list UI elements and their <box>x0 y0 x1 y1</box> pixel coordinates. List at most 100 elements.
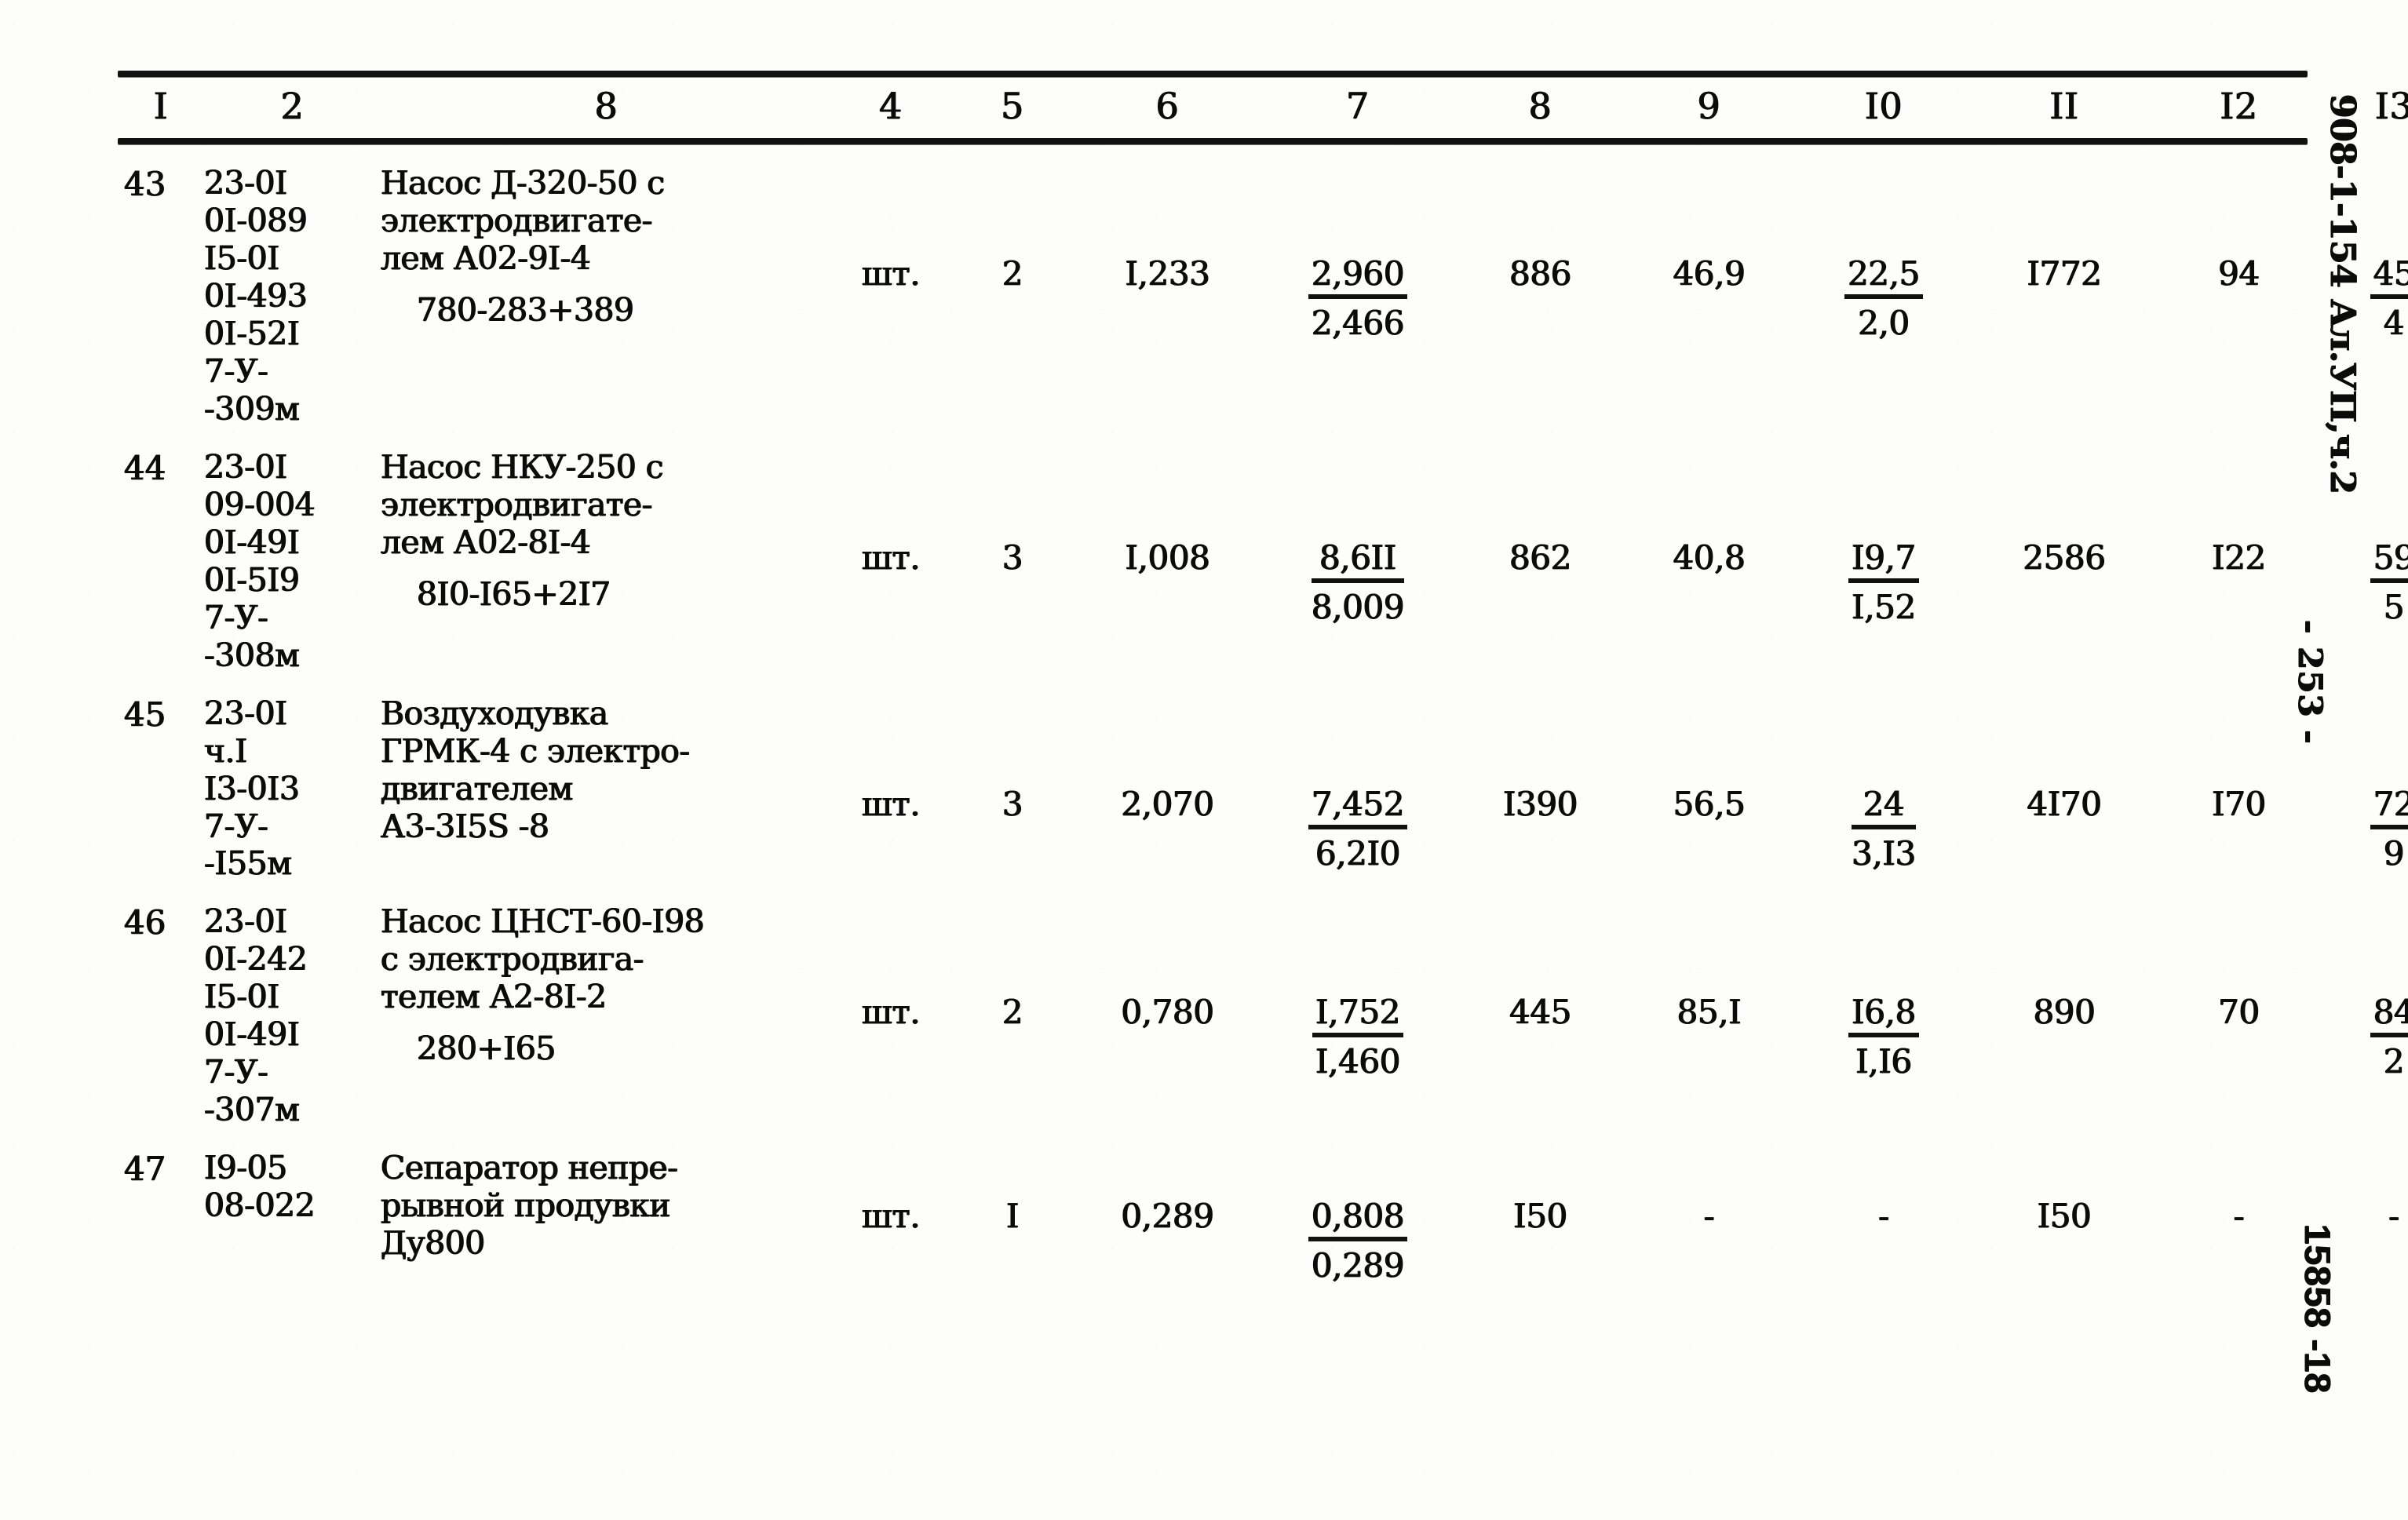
description-weight-line: 780-283+389 <box>417 290 634 329</box>
column-header-5: 5 <box>1001 85 1024 127</box>
norm-code-line: 0I-493 <box>204 276 308 315</box>
column-header-9: 9 <box>1697 85 1721 127</box>
norm-code-line: 23-0I <box>204 694 287 732</box>
row-col10-value-numerator: I9,7 <box>1848 538 1919 583</box>
row-col13-value-denominator: 5 <box>2383 587 2405 626</box>
column-header-1: I <box>153 85 169 127</box>
row-col9-value: - <box>1703 1197 1715 1236</box>
row-col6-value: I,008 <box>1125 538 1210 577</box>
norm-code-line: ч.I <box>204 731 247 770</box>
row-col12-value: 94 <box>2218 254 2260 293</box>
row-col11-value: 890 <box>2033 993 2096 1032</box>
row-col10-value: - <box>1878 1197 1889 1236</box>
row-col7-value: 0,808 0,289 <box>1260 1129 1456 1285</box>
column-number-row: I 2 8 4 5 6 7 8 9 I0 II I2 I3 <box>118 77 2408 138</box>
row-col10-value-denominator: I,52 <box>1852 587 1916 626</box>
row-col10-value: 24 3,I3 <box>1793 675 1974 884</box>
row-col7-value-denominator: 2,466 <box>1311 304 1405 342</box>
row-col11-value: I50 <box>2037 1197 2092 1236</box>
norm-code-line: I5-0I <box>204 239 279 277</box>
row-quantity: 2 <box>1002 254 1023 293</box>
norm-code-line: 7-У- <box>204 598 268 636</box>
description-line: рывной продувки <box>381 1186 671 1225</box>
description-line: лем А02-8I-4 <box>381 523 591 561</box>
norm-code-line: 0I-49I <box>204 523 300 561</box>
column-header-7: 7 <box>1346 85 1370 127</box>
row-col10-value-denominator: I,I6 <box>1855 1042 1912 1081</box>
description-line: Насос ЦНСТ-60-I98 <box>381 902 705 941</box>
column-header-3: 8 <box>594 85 618 127</box>
row-col11-value: 4I70 <box>2027 784 2102 823</box>
row-description: Насос Д-320-50 с электродвигате-лем А02-9… <box>381 144 832 428</box>
row-col8-value: 886 <box>1509 254 1571 293</box>
row-col7-value-numerator: I,752 <box>1312 993 1404 1038</box>
page-number-stamp: - 253 - <box>2291 620 2330 745</box>
norm-code-line: -I55м <box>204 844 292 883</box>
row-col13-value-numerator: 45 <box>2370 254 2408 299</box>
row-col13-value-numerator: 72 <box>2370 785 2408 829</box>
row-col13-value-denominator: 4 <box>2383 304 2405 342</box>
table-header-rule <box>118 138 2308 144</box>
estimate-table: I 2 8 4 5 6 7 8 9 I0 II I2 I3 43 23-0I 0… <box>118 71 2408 1285</box>
description-line: Сепаратор непре- <box>381 1149 678 1187</box>
row-description: Насос НКУ-250 с электродвигате-лем А02-8I… <box>381 428 832 675</box>
row-col9-value: 56,5 <box>1673 784 1746 823</box>
column-header-2: 2 <box>280 85 305 127</box>
column-header-6: 6 <box>1155 85 1180 127</box>
row-position-number: 44 <box>124 448 166 487</box>
norm-code-line: 0I-242 <box>204 940 308 979</box>
row-description: Насос ЦНСТ-60-I98 с электродвига-телем А2… <box>381 883 832 1129</box>
table-row: 45 23-0I ч.I I3-0I3 7-У- -I55м Воздуходувка ГРМ… <box>118 675 2408 884</box>
row-col12-value: 70 <box>2218 993 2260 1032</box>
norm-code-line: 23-0I <box>204 902 287 941</box>
row-col6-value: 0,780 <box>1121 993 1214 1032</box>
column-header-11: II <box>2049 85 2079 127</box>
norm-code-line: 7-У- <box>204 807 268 845</box>
norm-code-line: 7-У- <box>204 1053 268 1092</box>
norm-code-line: -308м <box>204 636 300 674</box>
norm-code-line: 0I-5I9 <box>204 560 300 599</box>
norm-code-line: -309м <box>204 389 300 428</box>
row-col9-value: 85,I <box>1676 993 1742 1032</box>
row-position-number: 45 <box>124 694 166 734</box>
norm-code-line: 23-0I <box>204 164 287 202</box>
norm-code-line: 08-022 <box>204 1186 316 1225</box>
row-col10-value: 22,5 2,0 <box>1793 144 1974 428</box>
row-col10-value-denominator: 3,I3 <box>1852 833 1916 873</box>
row-unit: шт. <box>861 254 921 293</box>
row-col7-value-denominator: 8,009 <box>1311 587 1405 626</box>
row-col13-value-denominator: 2 <box>2383 1042 2405 1081</box>
row-col10-value-numerator: 22,5 <box>1844 254 1923 299</box>
row-col7-value-numerator: 2,960 <box>1308 254 1408 299</box>
column-header-12: I2 <box>2220 85 2258 127</box>
row-col7-value-denominator: I,460 <box>1315 1042 1401 1081</box>
table-row: 46 23-0I 0I-242 I5-0I 0I-49I 7-У- -307м Насос Ц… <box>118 883 2408 1129</box>
table-row: 43 23-0I 0I-089 I5-0I 0I-493 0I-52I 7-У- -309м Н… <box>118 144 2408 428</box>
row-col9-value: 40,8 <box>1673 538 1746 577</box>
column-header-10: I0 <box>1864 85 1903 127</box>
table-row: 44 23-0I 09-004 0I-49I 0I-5I9 7-У- -308м Насос … <box>118 428 2408 675</box>
row-col11-value: 2586 <box>2023 538 2106 577</box>
row-col8-value: 862 <box>1509 538 1571 577</box>
norm-code-line: 23-0I <box>204 447 287 486</box>
row-col7-value: 8,6II 8,009 <box>1260 428 1456 675</box>
row-col10-value-numerator: I6,8 <box>1848 993 1919 1038</box>
description-line: телем А2-8I-2 <box>381 978 607 1016</box>
document-code-stamp: 908-1-154 Ал.УП,ч.2 <box>2322 94 2362 494</box>
description-line: Ду800 <box>381 1224 485 1263</box>
row-col6-value: I,233 <box>1125 254 1210 293</box>
row-position-number: 47 <box>124 1150 166 1189</box>
description-line: Воздуходувка <box>381 694 608 732</box>
row-col6-value: 0,289 <box>1121 1197 1214 1236</box>
description-line: Насос Д-320-50 с <box>381 164 665 202</box>
row-unit: шт. <box>861 538 921 577</box>
row-description: Сепаратор непре-рывной продувки Ду800 <box>381 1129 832 1285</box>
row-col7-value-numerator: 7,452 <box>1308 785 1408 829</box>
table-body-grid: 43 23-0I 0I-089 I5-0I 0I-493 0I-52I 7-У- -309м Н… <box>118 144 2408 1285</box>
row-col13-value-denominator: 9 <box>2383 833 2405 873</box>
row-col7-value: I,752 I,460 <box>1260 883 1456 1129</box>
row-norm-codes: I9-05 08-022 <box>204 1129 381 1285</box>
description-line: А3-3I5S -8 <box>381 807 549 845</box>
row-col8-value: I390 <box>1502 784 1578 823</box>
row-col10-value: I9,7 I,52 <box>1793 428 1974 675</box>
